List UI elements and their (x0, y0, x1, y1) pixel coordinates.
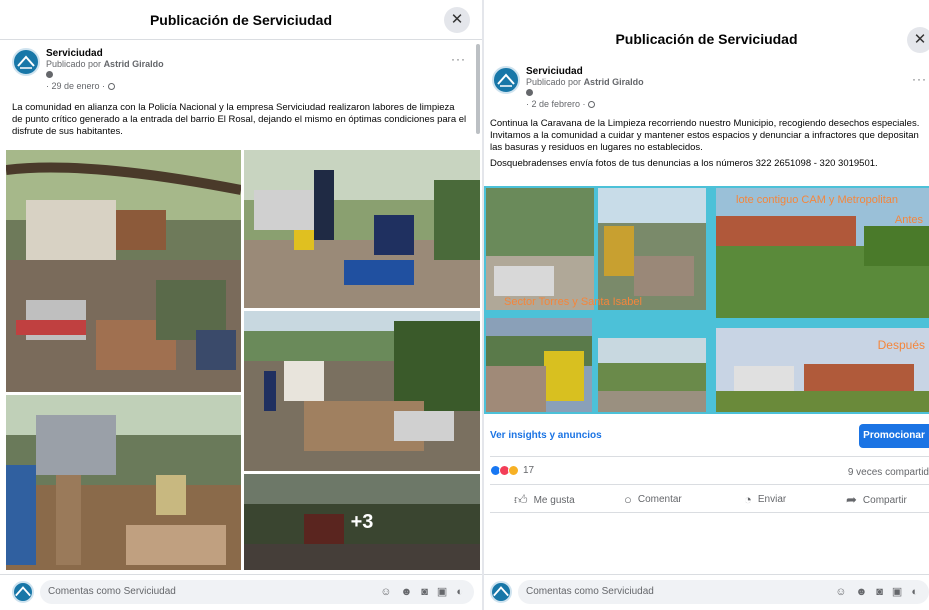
comment-placeholder: Comentas como Serviciudad (48, 586, 176, 597)
send-button[interactable]: ◔ Enviar (744, 492, 786, 507)
photo-3[interactable] (244, 311, 480, 471)
modal-title: Publicación de Serviciudad (615, 31, 798, 47)
published-by-prefix: Publicado por (46, 59, 102, 69)
user-icon (526, 89, 533, 96)
serviciudad-logo-icon (493, 586, 509, 597)
comment-input[interactable]: Comentas como Serviciudad ☺ ☻ ◙ ▣ ◐ (518, 580, 929, 604)
published-by: Publicado por Astrid Giraldo (526, 77, 644, 88)
post-header: Serviciudad Publicado por Astrid Giraldo… (12, 48, 164, 92)
image-caption-antes: Antes (894, 214, 923, 226)
comment-bubble-icon: ○ (624, 492, 632, 507)
post-meta: Serviciudad Publicado por Astrid Giraldo… (526, 66, 644, 110)
comment-placeholder: Comentas como Serviciudad (526, 586, 654, 597)
comment-button[interactable]: ○ Comentar (624, 492, 682, 507)
post-modal-left: Publicación de Serviciudad ✕ Serviciudad… (0, 0, 482, 610)
share-arrow-icon: ➦ (846, 492, 857, 507)
serviciudad-logo-icon (15, 586, 31, 597)
image-caption-left: Sector Torres y Santa Isabel (504, 296, 642, 308)
send-label: Enviar (757, 494, 787, 505)
close-icon: ✕ (913, 31, 927, 48)
published-by-name[interactable]: Astrid Giraldo (104, 59, 164, 69)
post-date[interactable]: 29 de enero (52, 81, 100, 91)
thumbs-up-icon: 👍︎ (514, 492, 528, 507)
photo-5[interactable]: +3 (244, 474, 480, 570)
more-photos-overlay[interactable]: +3 (244, 474, 480, 570)
published-by-prefix: Publicado por (526, 77, 582, 87)
divider (0, 574, 482, 575)
divider (484, 574, 929, 575)
share-button[interactable]: ➦ Compartir (846, 492, 907, 508)
image-caption-top: lote contiguo CAM y Metropolitan (736, 194, 899, 206)
page-name[interactable]: Serviciudad (46, 48, 164, 59)
scrollbar[interactable] (476, 44, 480, 134)
promote-button[interactable]: Promocionar (859, 424, 929, 448)
like-button[interactable]: 👍︎ Me gusta (514, 492, 575, 508)
post-image-collage[interactable]: lote contiguo CAM y Metropolitan Antes D… (484, 186, 929, 414)
post-date-row: · 29 de enero · (46, 81, 164, 92)
photo-2[interactable] (244, 150, 480, 308)
serviciudad-logo-icon (497, 73, 515, 87)
post-text-paragraph-2: Dosquebradenses envía fotos de tus denun… (490, 158, 878, 169)
close-button[interactable]: ✕ (907, 27, 929, 53)
commenter-avatar[interactable] (12, 581, 34, 603)
share-count[interactable]: 9 veces compartid (848, 467, 929, 478)
user-icon (46, 71, 53, 78)
care-reaction-icon (508, 465, 519, 476)
comment-label: Comentar (637, 494, 682, 505)
published-by-name[interactable]: Astrid Giraldo (584, 77, 644, 87)
insights-link[interactable]: Ver insights y anuncios (490, 430, 602, 441)
globe-icon (107, 83, 115, 91)
post-meta: Serviciudad Publicado por Astrid Giraldo… (46, 48, 164, 92)
post-text-paragraph-1: Continua la Caravana de la Limpieza reco… (490, 118, 920, 153)
post-text: Continua la Caravana de la Limpieza reco… (490, 118, 929, 170)
close-icon: ✕ (450, 11, 464, 28)
comment-tool-icons[interactable]: ☺ ☻ ◙ ▣ ◐ (380, 580, 466, 604)
reactions-summary[interactable]: 17 (490, 465, 534, 476)
modal-header: Publicación de Serviciudad ✕ (484, 0, 929, 58)
globe-icon (588, 101, 596, 109)
post-header: Serviciudad Publicado por Astrid Giraldo… (492, 66, 644, 110)
post-date[interactable]: 2 de febrero (532, 99, 581, 109)
comment-bar: Comentas como Serviciudad ☺ ☻ ◙ ▣ ◐ (12, 580, 474, 604)
like-label: Me gusta (533, 494, 575, 506)
more-options-button[interactable]: ··· (912, 72, 927, 86)
published-by: Publicado por Astrid Giraldo (46, 59, 164, 70)
post-modal-right: Publicación de Serviciudad ✕ Serviciudad… (484, 0, 929, 610)
reaction-count: 17 (523, 465, 535, 476)
page-name[interactable]: Serviciudad (526, 66, 644, 77)
divider (490, 484, 929, 485)
comment-tool-icons[interactable]: ☺ ☻ ◙ ▣ ◐ (835, 580, 921, 604)
comment-input[interactable]: Comentas como Serviciudad ☺ ☻ ◙ ▣ ◐ (40, 580, 474, 604)
divider (490, 512, 929, 513)
divider (490, 456, 929, 457)
modal-header: Publicación de Serviciudad ✕ (0, 0, 482, 40)
post-text: La comunidad en alianza con la Policía N… (12, 102, 467, 137)
modal-title: Publicación de Serviciudad (149, 12, 333, 28)
photo-1[interactable] (6, 150, 241, 392)
avatar[interactable] (12, 48, 40, 76)
share-label: Compartir (862, 494, 907, 506)
photo-4[interactable] (6, 395, 241, 570)
close-button[interactable]: ✕ (444, 7, 470, 33)
image-caption-despues: Después (877, 338, 925, 352)
messenger-icon: ◔ (744, 492, 752, 507)
avatar[interactable] (492, 66, 520, 94)
commenter-avatar[interactable] (490, 581, 512, 603)
more-options-button[interactable]: ··· (451, 52, 466, 66)
post-date-row: · 2 de febrero · (526, 99, 644, 110)
serviciudad-logo-icon (17, 55, 35, 69)
comment-bar: Comentas como Serviciudad ☺ ☻ ◙ ▣ ◐ (490, 580, 929, 604)
